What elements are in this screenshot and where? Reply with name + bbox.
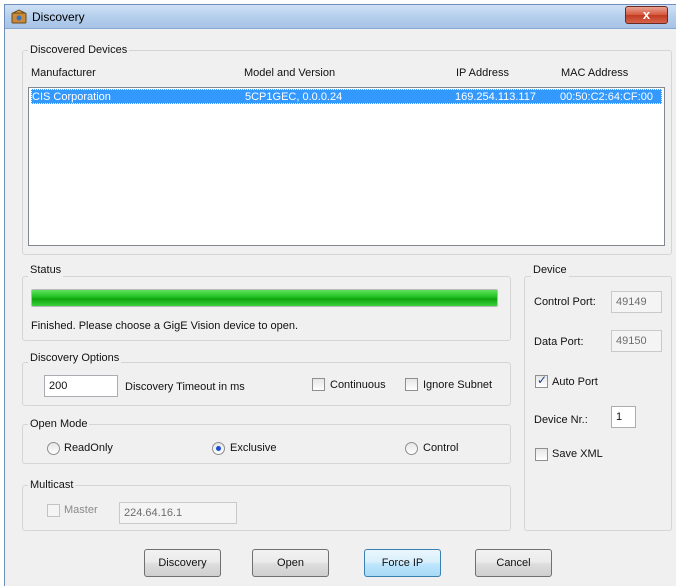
- control-port-input[interactable]: 49149: [611, 291, 662, 313]
- device-group: [524, 276, 672, 531]
- multicast-address-input[interactable]: 224.64.16.1: [119, 502, 237, 524]
- auto-port-label[interactable]: Auto Port: [552, 376, 598, 389]
- ignore-subnet-checkbox[interactable]: [405, 378, 418, 391]
- device-nr-label: Device Nr.:: [534, 414, 588, 426]
- open-button[interactable]: Open: [252, 549, 329, 577]
- status-label: Status: [28, 264, 64, 277]
- auto-port-checkbox[interactable]: [535, 373, 548, 388]
- discovery-timeout-label: Discovery Timeout in ms: [125, 381, 245, 393]
- exclusive-radio[interactable]: [212, 442, 225, 455]
- progress-fill: [32, 290, 497, 306]
- exclusive-label[interactable]: Exclusive: [230, 442, 276, 455]
- discovered-devices-label: Discovered Devices: [28, 44, 130, 57]
- app-icon: [11, 9, 27, 24]
- data-port-label: Data Port:: [534, 336, 584, 348]
- device-label: Device: [531, 264, 569, 277]
- save-xml-label[interactable]: Save XML: [552, 448, 603, 461]
- status-message: Finished. Please choose a GigE Vision de…: [31, 320, 299, 332]
- discovery-options-label: Discovery Options: [28, 352, 122, 365]
- continuous-checkbox[interactable]: [312, 378, 325, 391]
- save-xml-checkbox[interactable]: [535, 448, 548, 461]
- column-mac-address[interactable]: MAC Address: [561, 67, 628, 80]
- status-progress-bar: [31, 289, 498, 307]
- master-checkbox[interactable]: [47, 504, 60, 517]
- multicast-label: Multicast: [28, 479, 76, 492]
- column-ip-address[interactable]: IP Address: [456, 67, 509, 80]
- master-label[interactable]: Master: [64, 504, 98, 517]
- discovery-button[interactable]: Discovery: [144, 549, 221, 577]
- column-manufacturer[interactable]: Manufacturer: [31, 67, 96, 80]
- column-model-version[interactable]: Model and Version: [244, 67, 335, 80]
- control-radio[interactable]: [405, 442, 418, 455]
- close-button[interactable]: x: [625, 6, 668, 24]
- continuous-label[interactable]: Continuous: [330, 379, 386, 392]
- device-list[interactable]: CIS Corporation 5CP1GEC, 0.0.0.24 169.25…: [28, 87, 665, 246]
- open-mode-label: Open Mode: [28, 418, 90, 431]
- discovery-timeout-input[interactable]: 200: [44, 375, 118, 397]
- control-port-label: Control Port:: [534, 296, 596, 308]
- force-ip-button[interactable]: Force IP: [364, 549, 441, 577]
- data-port-input[interactable]: 49150: [611, 330, 662, 352]
- device-nr-input[interactable]: 1: [611, 406, 636, 428]
- readonly-radio[interactable]: [47, 442, 60, 455]
- cell-mac-address: 00:50:C2:64:CF:00: [560, 91, 653, 103]
- cancel-button[interactable]: Cancel: [475, 549, 552, 577]
- close-icon: x: [642, 7, 651, 22]
- cell-manufacturer: CIS Corporation: [32, 91, 111, 103]
- control-label[interactable]: Control: [423, 442, 458, 455]
- window-title: Discovery: [32, 10, 85, 24]
- title-bar[interactable]: Discovery x: [5, 5, 676, 29]
- readonly-label[interactable]: ReadOnly: [64, 442, 113, 455]
- cell-ip-address: 169.254.113.117: [455, 91, 536, 103]
- table-row[interactable]: CIS Corporation 5CP1GEC, 0.0.0.24 169.25…: [31, 89, 662, 104]
- cell-model-version: 5CP1GEC, 0.0.0.24: [245, 91, 343, 103]
- ignore-subnet-label[interactable]: Ignore Subnet: [423, 379, 492, 392]
